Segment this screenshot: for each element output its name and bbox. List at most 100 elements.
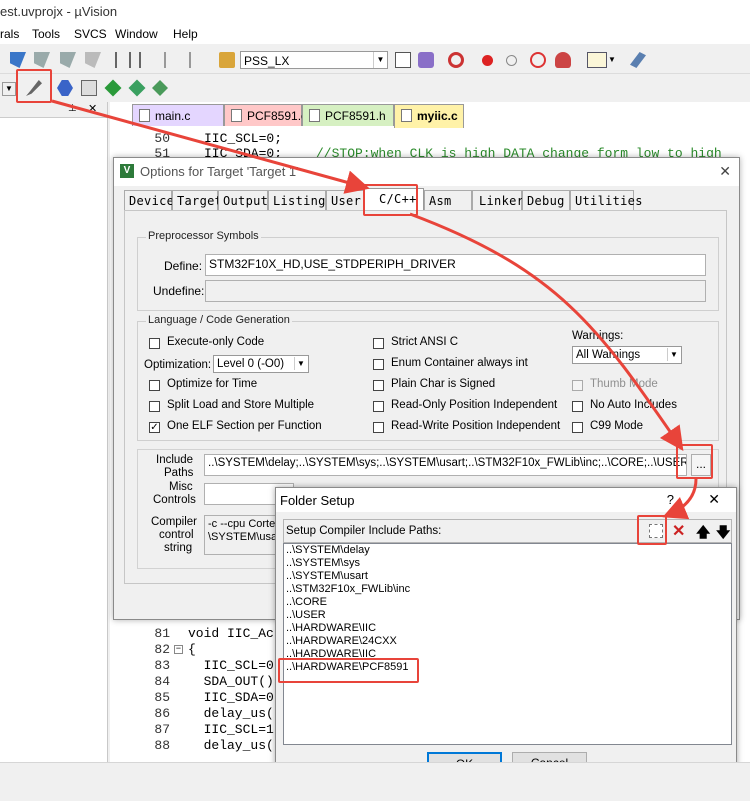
menu-peripherals[interactable]: rals [0, 27, 19, 41]
kill-breakpoints-icon[interactable] [555, 52, 571, 68]
tab-pcf8591-c[interactable]: PCF8591.c [224, 104, 307, 126]
tab-utilities[interactable]: Utilities [570, 190, 642, 210]
code-line: void IIC_Ac [188, 626, 274, 641]
menu-window[interactable]: Window [115, 27, 158, 41]
help-icon[interactable]: ? [667, 492, 674, 507]
folder-setup-title: Folder Setup [280, 493, 355, 508]
rw-pi-checkbox[interactable] [373, 422, 384, 433]
tab-target[interactable]: Target [172, 190, 222, 210]
optimization-select[interactable]: Level 0 (-O0) ▼ [213, 355, 309, 373]
incremental-find-icon[interactable] [418, 52, 434, 68]
menu-help[interactable]: Help [173, 27, 198, 41]
chevron-down-icon[interactable]: ▼ [294, 357, 307, 370]
file-extensions-icon[interactable] [81, 80, 97, 96]
list-item[interactable]: ..\SYSTEM\delay [284, 544, 731, 557]
list-item[interactable]: ..\USER [284, 609, 731, 622]
list-item[interactable]: ..\SYSTEM\usart [284, 570, 731, 583]
disable-all-breakpoints-icon[interactable] [530, 52, 546, 68]
uvision-logo-icon: V [120, 164, 134, 178]
tab-listing[interactable]: Listing [268, 190, 326, 210]
window-title: est.uvprojx - µVision [0, 4, 118, 19]
line-number: 87 [154, 722, 170, 737]
menu-svcs[interactable]: SVCS [74, 27, 107, 41]
warnings-value: All Warnings [576, 349, 641, 361]
chevron-down-icon[interactable]: ▼ [2, 82, 16, 96]
target-combo[interactable]: PSS_LX ▼ [240, 51, 388, 69]
comment-icon[interactable] [164, 52, 180, 68]
bookmark-icon[interactable] [10, 52, 26, 68]
chevron-down-icon[interactable]: ▼ [667, 348, 680, 361]
file-icon [139, 109, 150, 122]
code-line: IIC_SCL=1 [188, 722, 274, 737]
prev-bookmark-icon[interactable] [34, 52, 50, 68]
tab-user[interactable]: User [326, 190, 364, 210]
tab-debug[interactable]: Debug [522, 190, 570, 210]
chevron-down-icon[interactable]: ▼ [373, 52, 387, 68]
one-elf-checkbox[interactable]: ✓ [149, 422, 160, 433]
manage-rte-icon[interactable] [128, 79, 146, 97]
close-icon[interactable]: ✕ [708, 491, 720, 508]
tab-output[interactable]: Output [218, 190, 268, 210]
define-input[interactable]: STM32F10X_HD,USE_STDPERIPH_DRIVER [205, 254, 706, 276]
list-item[interactable]: ..\HARDWARE\IIC [284, 622, 731, 635]
chevron-down-icon[interactable]: ▼ [608, 55, 616, 64]
list-item[interactable]: ..\STM32F10x_FWLib\inc [284, 583, 731, 596]
execute-only-checkbox[interactable] [149, 338, 160, 349]
pack-installer-icon[interactable] [152, 80, 168, 96]
no-auto-includes-checkbox[interactable] [572, 401, 583, 412]
delete-icon[interactable]: ✕ [672, 521, 685, 541]
enum-int-label: Enum Container always int [391, 357, 528, 369]
close-icon[interactable]: ✕ [88, 102, 97, 115]
fold-toggle-icon[interactable]: − [174, 645, 183, 654]
close-icon[interactable]: ✕ [719, 163, 731, 180]
list-item[interactable]: ..\HARDWARE\24CXX [284, 635, 731, 648]
enum-int-checkbox[interactable] [373, 359, 384, 370]
include-label: Include [156, 454, 194, 466]
find-icon[interactable] [395, 52, 411, 68]
optimize-time-checkbox[interactable] [149, 380, 160, 391]
menu-tools[interactable]: Tools [32, 27, 60, 41]
undefine-input[interactable] [205, 280, 706, 302]
tab-main-c[interactable]: main.c [132, 104, 224, 126]
c99-checkbox[interactable] [572, 422, 583, 433]
tab-pcf8591-h[interactable]: PCF8591.h [302, 104, 394, 126]
unindent-icon[interactable] [139, 52, 155, 68]
thumb-mode-checkbox[interactable] [572, 380, 583, 391]
clear-bookmarks-icon[interactable] [85, 52, 101, 68]
ro-pi-checkbox[interactable] [373, 401, 384, 412]
include-paths-list[interactable]: ..\SYSTEM\delay ..\SYSTEM\sys ..\SYSTEM\… [283, 543, 732, 745]
tab-linker[interactable]: Linker [472, 190, 524, 210]
warnings-select[interactable]: All Warnings ▼ [572, 346, 682, 364]
disable-breakpoint-icon[interactable] [506, 55, 517, 66]
line-number: 86 [154, 706, 170, 721]
debug-session-icon[interactable] [448, 52, 464, 68]
select-packs-icon[interactable] [104, 79, 122, 97]
no-auto-includes-label: No Auto Includes [590, 399, 677, 411]
tab-asm[interactable]: Asm [424, 190, 472, 210]
next-bookmark-icon[interactable] [60, 52, 76, 68]
compiler-label: string [164, 542, 193, 554]
highlight-box-pcf8591-path [278, 658, 419, 683]
line-number: 50 [154, 131, 170, 146]
tab-myiic-c[interactable]: myiic.c [394, 104, 464, 128]
list-item[interactable]: ..\CORE [284, 596, 731, 609]
split-load-checkbox[interactable] [149, 401, 160, 412]
strict-ansi-checkbox[interactable] [373, 338, 384, 349]
wrench-icon[interactable] [630, 52, 646, 68]
indent-icon[interactable] [115, 52, 131, 68]
list-item[interactable]: ..\SYSTEM\sys [284, 557, 731, 570]
tab-device[interactable]: Device [124, 190, 174, 210]
define-value: STM32F10X_HD,USE_STDPERIPH_DRIVER [209, 257, 456, 271]
include-paths-input[interactable]: ..\SYSTEM\delay;..\SYSTEM\sys;..\SYSTEM\… [204, 454, 687, 476]
highlight-box-options-button [16, 69, 52, 103]
tab-label: Target [177, 194, 223, 208]
window-layout-icon[interactable] [587, 52, 607, 68]
include-paths-value: ..\SYSTEM\delay;..\SYSTEM\sys;..\SYSTEM\… [208, 457, 687, 469]
plain-char-checkbox[interactable] [373, 380, 384, 391]
toolbar-build: ▼ [0, 74, 750, 102]
breakpoint-icon[interactable] [482, 55, 493, 66]
manage-project-icon[interactable] [57, 80, 73, 96]
find-in-files-icon[interactable] [219, 52, 235, 68]
uncomment-icon[interactable] [189, 52, 205, 68]
pin-icon[interactable]: ⊥ [68, 103, 77, 114]
